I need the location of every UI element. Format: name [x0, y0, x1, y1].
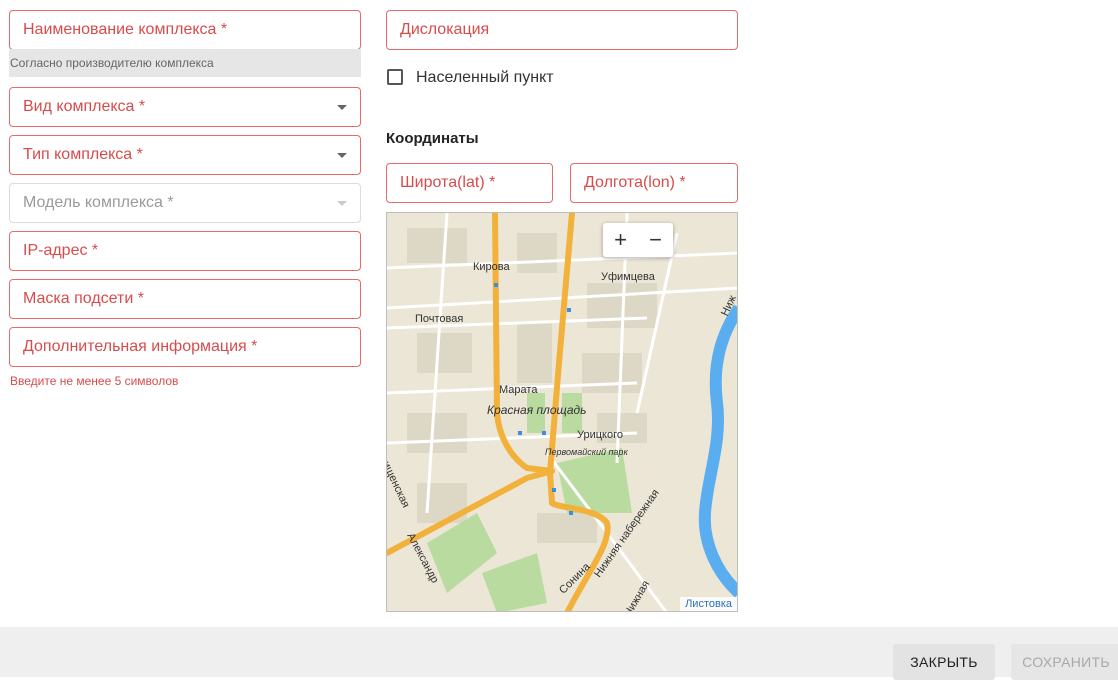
- map-zoom-control: + −: [603, 223, 673, 257]
- coordinates-title: Координаты: [386, 130, 479, 147]
- map-label-pochtovaya: Почтовая: [415, 313, 464, 325]
- complex-kind-select[interactable]: Вид комплекса *: [9, 87, 361, 127]
- additional-info-label: Дополнительная информация *: [23, 338, 258, 355]
- longitude-label: Долгота(lon) *: [584, 174, 686, 191]
- location-field[interactable]: Дислокация: [386, 10, 738, 50]
- complex-name-hint: Согласно производителю комплекса: [9, 49, 361, 77]
- complex-type-select[interactable]: Тип комплекса *: [9, 135, 361, 175]
- save-button[interactable]: СОХРАНИТЬ: [1011, 644, 1118, 680]
- additional-info-field[interactable]: Дополнительная информация *: [9, 327, 361, 367]
- map-attribution-link[interactable]: Листовка: [680, 597, 737, 611]
- chevron-down-icon: [337, 105, 347, 110]
- map-view[interactable]: Кирова Уфимцева Почтовая Марата Красная …: [386, 212, 738, 612]
- location-label: Дислокация: [400, 21, 490, 38]
- latitude-field[interactable]: Широта(lat) *: [386, 163, 553, 203]
- settlement-checkbox[interactable]: [387, 69, 403, 85]
- complex-kind-label: Вид комплекса *: [23, 98, 146, 115]
- complex-name-label: Наименование комплекса *: [23, 21, 228, 38]
- additional-info-error: Введите не менее 5 символов: [10, 374, 179, 388]
- map-label-krasnaya: Красная площадь: [487, 403, 587, 417]
- close-button[interactable]: ЗАКРЫТЬ: [893, 644, 995, 680]
- map-label-uritskogo: Урицкого: [577, 429, 623, 441]
- map-label-marata: Марата: [499, 384, 538, 396]
- longitude-field[interactable]: Долгота(lon) *: [570, 163, 738, 203]
- ip-address-field[interactable]: IP-адрес *: [9, 231, 361, 271]
- zoom-out-button[interactable]: −: [638, 223, 673, 257]
- map-label-kirova: Кирова: [473, 261, 510, 273]
- ip-address-label: IP-адрес *: [23, 242, 99, 259]
- complex-model-label: Модель комплекса *: [23, 194, 174, 211]
- latitude-label: Широта(lat) *: [400, 174, 496, 191]
- subnet-mask-label: Маска подсети *: [23, 290, 144, 307]
- subnet-mask-field[interactable]: Маска подсети *: [9, 279, 361, 319]
- chevron-down-icon: [337, 201, 347, 206]
- map-label-ufimtseva: Уфимцева: [601, 271, 655, 283]
- chevron-down-icon: [337, 153, 347, 158]
- complex-type-label: Тип комплекса *: [23, 146, 143, 163]
- complex-model-select[interactable]: Модель комплекса *: [9, 183, 361, 223]
- map-label-pervomaisky: Первомайский парк: [545, 447, 628, 457]
- complex-name-field[interactable]: Наименование комплекса *: [9, 10, 361, 50]
- settlement-checkbox-label: Населенный пункт: [416, 69, 554, 86]
- zoom-in-button[interactable]: +: [603, 223, 638, 257]
